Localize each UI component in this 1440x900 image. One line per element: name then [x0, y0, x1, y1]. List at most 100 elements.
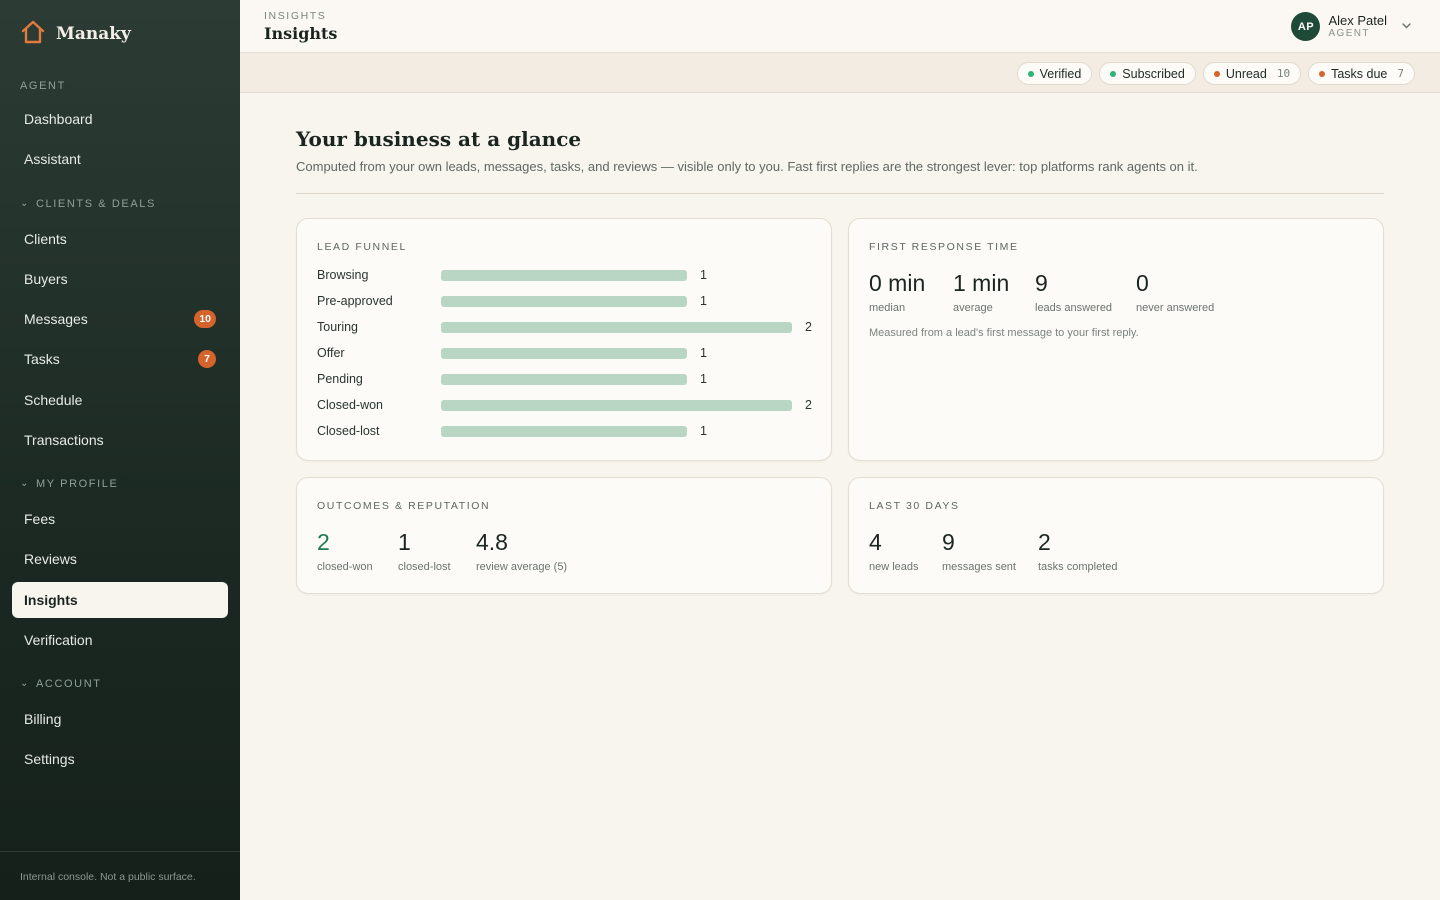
stat-leads-answered: 9 leads answered — [1035, 270, 1112, 314]
status-pill-verified[interactable]: Verified — [1016, 62, 1093, 85]
funnel-row: Closed-lost 1 — [317, 422, 817, 440]
sidebar-item-label: Dashboard — [24, 111, 93, 127]
funnel-stage-count: 1 — [700, 294, 707, 308]
nav-section-agent: AGENT — [20, 80, 66, 92]
funnel-bar — [441, 373, 687, 385]
funnel-stage-count: 1 — [700, 268, 707, 282]
funnel-row: Offer 1 — [317, 344, 817, 362]
topbar: INSIGHTS Insights AP Alex Patel AGENT — [240, 0, 1440, 53]
funnel-stage-label: Closed-won — [317, 398, 384, 412]
stat-median: 0 min median — [869, 270, 925, 314]
funnel-stage-count: 2 — [805, 320, 812, 334]
stat-value: 9 — [1035, 270, 1048, 296]
page-title: Insights — [264, 24, 338, 43]
sidebar-item-label: Tasks — [24, 351, 60, 367]
funnel-row: Pre-approved 1 — [317, 292, 817, 310]
nav-section-clients-deals[interactable]: ⌄ CLIENTS & DEALS — [20, 197, 156, 211]
sidebar-item-label: Reviews — [24, 551, 77, 567]
status-dot-icon — [1213, 70, 1220, 77]
stat-label: closed-won — [317, 561, 373, 573]
sidebar-item-settings[interactable]: Settings — [12, 741, 228, 777]
sidebar-item-buyers[interactable]: Buyers — [12, 261, 228, 297]
user-role: AGENT — [1328, 28, 1370, 39]
funnel-stage-label: Closed-lost — [317, 424, 380, 438]
stat-label: new leads — [869, 561, 919, 573]
stat-never-answered: 0 never answered — [1136, 270, 1214, 314]
sidebar-item-label: Messages — [24, 311, 88, 327]
nav-section-account[interactable]: ⌄ ACCOUNT — [20, 677, 102, 691]
funnel-stage-count: 1 — [700, 346, 707, 360]
sidebar-item-messages[interactable]: Messages 10 — [12, 301, 228, 337]
funnel-stage-label: Touring — [317, 320, 358, 334]
stat-label: average — [953, 302, 993, 314]
stat-value: 4.8 — [476, 529, 508, 555]
sidebar-item-label: Insights — [24, 592, 78, 608]
nav-section-my-profile[interactable]: ⌄ MY PROFILE — [20, 478, 118, 491]
unread-count-badge: 10 — [194, 310, 216, 328]
funnel-row: Touring 2 — [317, 318, 817, 336]
stat-label: leads answered — [1035, 302, 1113, 314]
divider — [296, 193, 1384, 194]
sidebar-item-label: Billing — [24, 711, 62, 727]
stat-tasks-completed: 2 tasks completed — [1038, 529, 1117, 573]
avatar: AP — [1291, 12, 1321, 41]
status-dot-icon — [1319, 70, 1326, 77]
stat-value: 0 min — [869, 270, 926, 296]
stat-value: 4 — [869, 529, 882, 555]
stat-closed-lost: 1 closed-lost — [398, 529, 451, 573]
status-pill-subscribed[interactable]: Subscribed — [1099, 62, 1196, 85]
chevron-down-icon: ⌄ — [20, 197, 30, 209]
chevron-down-icon: ⌄ — [20, 677, 30, 689]
stat-new-leads: 4 new leads — [869, 529, 919, 573]
stat-value: 2 — [1038, 529, 1051, 555]
status-pill-tasks-due[interactable]: Tasks due 7 — [1308, 62, 1415, 85]
sidebar-item-tasks[interactable]: Tasks 7 — [12, 341, 228, 377]
stat-average: 1 min average — [953, 270, 1009, 314]
last-30-days-card: LAST 30 DAYS 4 new leads 9 messages sent… — [848, 477, 1384, 594]
sidebar-item-dashboard[interactable]: Dashboard — [12, 101, 228, 137]
status-pill-label: Subscribed — [1122, 66, 1185, 81]
stat-value: 1 min — [953, 270, 1010, 296]
stat-label: closed-lost — [398, 561, 451, 573]
status-bar: Verified Subscribed Unread 10 Tasks due … — [240, 53, 1440, 93]
sidebar-item-transactions[interactable]: Transactions — [12, 422, 228, 458]
user-menu[interactable]: AP Alex Patel AGENT — [1291, 12, 1412, 41]
status-pill-count: 10 — [1276, 67, 1291, 80]
status-dot-icon — [1027, 70, 1034, 77]
funnel-row: Browsing 1 — [317, 266, 817, 284]
funnel-stage-label: Offer — [317, 346, 345, 360]
first-response-card: FIRST RESPONSE TIME 0 min median 1 min a… — [848, 218, 1384, 461]
chevron-down-icon — [1401, 20, 1412, 34]
brand[interactable]: Manaky — [20, 20, 131, 48]
sidebar-item-label: Settings — [24, 751, 75, 767]
sidebar-item-label: Fees — [24, 511, 56, 527]
funnel-stage-count: 2 — [805, 398, 812, 412]
house-logo-icon — [20, 19, 46, 50]
sidebar-item-billing[interactable]: Billing — [12, 701, 228, 737]
sidebar-item-reviews[interactable]: Reviews — [12, 541, 228, 577]
user-name: Alex Patel — [1328, 13, 1387, 28]
sidebar-item-label: Transactions — [24, 432, 104, 448]
status-pill-count: 7 — [1397, 67, 1404, 80]
response-note: Measured from a lead's first message to … — [869, 327, 1139, 339]
sidebar-item-assistant[interactable]: Assistant — [12, 141, 228, 177]
sidebar: Manaky AGENT Dashboard Assistant ⌄ CLIEN… — [0, 0, 240, 900]
funnel-bar — [441, 321, 792, 333]
status-pill-unread[interactable]: Unread 10 — [1202, 62, 1302, 85]
sidebar-item-label: Assistant — [24, 151, 81, 167]
sidebar-item-clients[interactable]: Clients — [12, 221, 228, 257]
breadcrumb: INSIGHTS — [264, 10, 327, 22]
sidebar-item-fees[interactable]: Fees — [12, 501, 228, 537]
sidebar-item-schedule[interactable]: Schedule — [12, 382, 228, 418]
sidebar-item-insights[interactable]: Insights — [12, 582, 228, 618]
status-pill-label: Verified — [1039, 66, 1082, 81]
lead-funnel-card: LEAD FUNNEL Browsing 1 Pre-approved 1 Tourin… — [296, 218, 832, 461]
nav-section-label: ACCOUNT — [35, 678, 102, 690]
sidebar-item-verification[interactable]: Verification — [12, 622, 228, 658]
status-pill-label: Tasks due — [1331, 66, 1388, 81]
section-heading: Your business at a glance — [296, 127, 582, 151]
funnel-stage-label: Pending — [317, 372, 363, 386]
funnel-bar — [441, 347, 687, 359]
funnel-bar — [441, 269, 687, 281]
sidebar-item-label: Verification — [24, 632, 93, 648]
